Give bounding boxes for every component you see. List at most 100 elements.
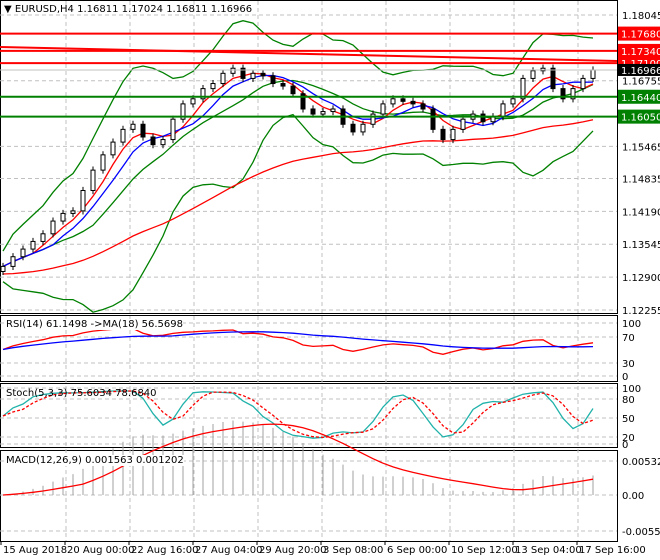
chart-canvas[interactable]: 1.18045 1.16755 1.15465 1.14835 1.14190 1.135… [0,0,660,560]
symbol-label: EURUSD,H4 [14,4,74,15]
open-value: 1.16811 [77,4,119,15]
chart-header: ▼ EURUSD,H4 1.16811 1.17024 1.16811 1.16… [4,4,252,15]
time-label: 3 Sep 08:00 [323,545,383,556]
candle-body [310,108,316,115]
candle-body [30,240,36,250]
candle-body [550,67,556,90]
low-value: 1.16811 [166,4,208,15]
candle-body [10,256,16,267]
macd-tick: 0.00 [622,491,644,502]
macd-title: MACD(12,26,9) 0.001563 0.001202 [6,455,184,466]
rsi-tick: 100 [622,319,641,330]
price-tick-label: 1.15465 [622,142,660,153]
candle-body [380,103,386,115]
panel-frame-0 [0,0,618,314]
rsi-tick: 30 [622,359,635,370]
candle-body [60,212,66,222]
collapse-triangle-icon[interactable]: ▼ [4,4,12,15]
candle-body [370,113,376,125]
candle-body [140,123,146,138]
level-label: 1.17680 [621,30,660,41]
price-tick-label: 1.18045 [622,11,660,22]
candle-body [460,118,466,130]
stoch-tick: 100 [622,384,641,395]
candle-body [170,118,176,141]
candle-body [330,108,336,113]
candle-body [50,220,56,235]
time-label: 6 Sep 00:00 [387,545,447,556]
candle-body [150,136,156,146]
price-tick-label: 1.14835 [622,175,660,186]
candle-body [420,103,426,110]
stoch-tick: 0 [622,440,628,451]
candle-body [430,108,436,130]
time-label: 22 Aug 16:00 [131,545,198,556]
candle-body [70,210,76,214]
candle-body [510,98,516,105]
stoch-tick: 50 [622,414,635,425]
candle-body [0,265,6,272]
candle-body [390,98,396,105]
candle-body [220,72,226,85]
trading-chart-window: 1.18045 1.16755 1.15465 1.14835 1.14190 1.135… [0,0,660,560]
bollinger-lower [2,113,594,313]
candle-body [120,128,126,143]
rsi-line [2,327,594,355]
time-label: 27 Aug 04:00 [195,545,262,556]
stoch-title: Stoch(5,3,3) 75.6034 78.6840 [6,388,157,399]
candle-body [80,189,86,212]
bollinger-upper [2,20,594,252]
candle-body [210,83,216,90]
candle-body [230,67,236,74]
time-label: 17 Sep 16:00 [579,545,646,556]
rsi-tick: 70 [622,333,635,344]
candle-body [440,128,446,141]
time-label: 29 Aug 20:00 [259,545,326,556]
candle-body [250,72,256,79]
candle-body [110,141,116,156]
macd-tick: -0.005592 [622,527,660,538]
candle-body [360,123,366,133]
price-tick-label: 1.12900 [622,273,660,284]
time-label: 20 Aug 00:00 [67,545,134,556]
time-label: 15 Aug 2018 [3,545,67,556]
level-label: 1.16440 [621,93,660,104]
candle-body [280,83,286,87]
stoch-tick: 80 [622,395,635,406]
level-label: 1.16050 [621,113,660,124]
candle-body [190,98,196,105]
candle-body [500,103,506,118]
candle-body [350,123,356,133]
candle-body [530,70,536,79]
candle-body [590,69,596,79]
rsi-title: RSI(14) 61.1498 ->MA(18) 56.5698 [6,319,183,330]
candle-body [260,72,266,77]
candle-body [320,111,326,115]
candle-body [100,154,106,171]
macd-tick: 0.005326 [622,457,660,468]
candle-body [450,128,456,141]
rsi-tick: 0 [622,372,628,383]
price-tick-label: 1.13545 [622,240,660,251]
candle-body [20,248,26,258]
candle-body [580,77,586,90]
high-value: 1.17024 [121,4,163,15]
candle-body [400,98,406,102]
close-value: 1.16966 [210,4,253,15]
current-price-label: 1.16966 [621,66,660,77]
candle-body [480,113,486,123]
candle-body [160,139,166,146]
candle-body [270,75,276,85]
trendline [0,46,618,62]
time-label: 10 Sep 12:00 [451,545,518,556]
price-tick-label: 1.16755 [622,77,660,88]
candle-body [90,169,96,191]
candle-body [520,77,526,100]
candle-body [130,123,136,130]
candle-body [290,85,296,95]
price-tick-label: 1.12255 [622,306,660,317]
candle-body [40,233,46,242]
price-tick-label: 1.14190 [622,207,660,218]
time-label: 13 Sep 04:00 [515,545,582,556]
rsi-ma-line [2,331,594,351]
